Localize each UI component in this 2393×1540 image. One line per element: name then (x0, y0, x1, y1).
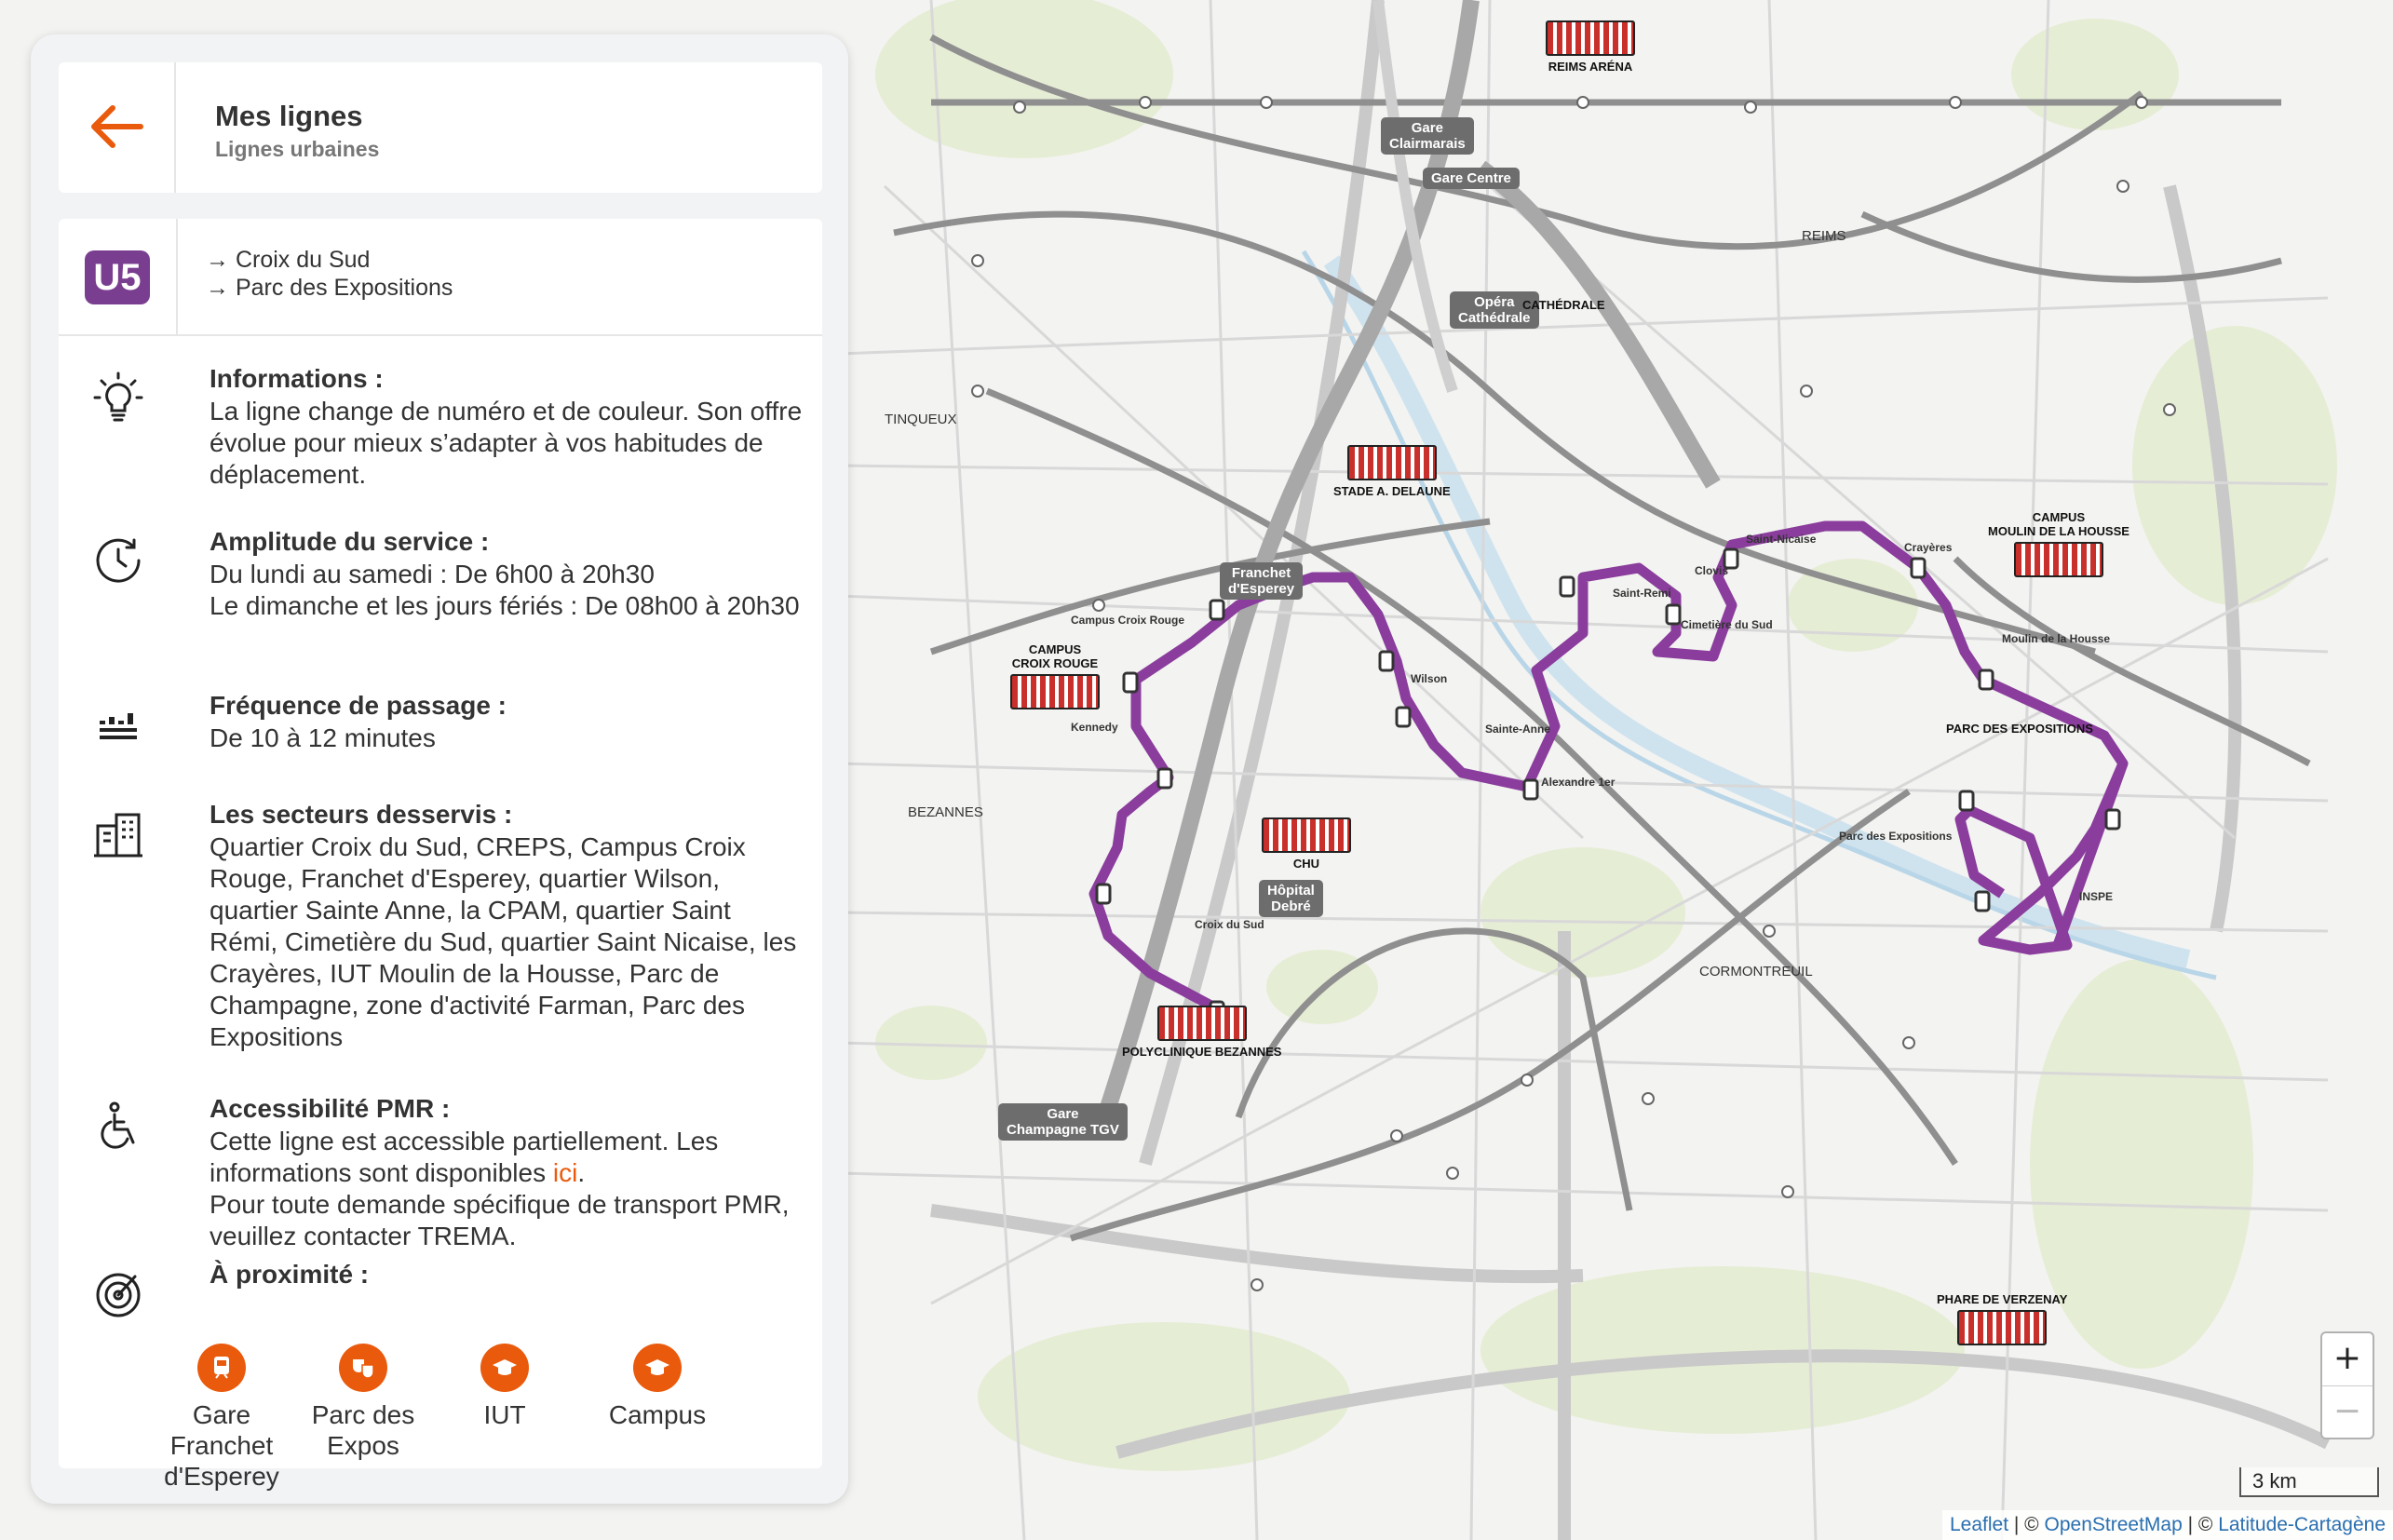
section-heading: À proximité : (210, 1260, 370, 1289)
section-text: Cette ligne est accessible partiellement… (210, 1127, 790, 1250)
leaflet-link[interactable]: Leaflet (1950, 1514, 2008, 1535)
stop-label-8: Cimetière du Sud (1681, 618, 1773, 631)
station-tag-hopital-debre[interactable]: Hôpital Debré (1259, 880, 1323, 917)
nearby-label: Gare Franchet d'Esperey (164, 1400, 279, 1491)
landmark-polyclinique-bezannes[interactable]: POLYCLINIQUE BEZANNES (1122, 1006, 1281, 1059)
pmr-info-link[interactable]: ici (553, 1158, 577, 1187)
page-title: Mes lignes (215, 100, 363, 132)
zoom-out-button[interactable]: − (2322, 1385, 2373, 1438)
landmark-reims-arena[interactable]: REIMS ARÉNA (1546, 20, 1635, 74)
stop-label-12: Moulin de la Housse (2002, 632, 2110, 645)
district-tinqueux: TINQUEUX (885, 412, 957, 427)
frequency-icon (100, 713, 137, 739)
section-heading: Accessibilité PMR : (210, 1094, 451, 1123)
zoom-control: + − (2320, 1331, 2374, 1439)
stop-label-13: Parc des Expositions (1839, 830, 1953, 843)
stop-label-14: INSPE (2079, 890, 2113, 903)
section-heading: Les secteurs desservis : (210, 800, 513, 829)
map-attribution: Leaflet | © OpenStreetMap | © Latitude-C… (1942, 1510, 2393, 1540)
landmark-parc-des-expositions[interactable]: PARC DES EXPOSITIONS (1946, 722, 2093, 736)
landmark-campus-moulin-housse[interactable]: CAMPUS MOULIN DE LA HOUSSE (1988, 510, 2129, 581)
district-cormontreuil: CORMONTREUIL (1699, 964, 1813, 979)
section-heading: Amplitude du service : (210, 527, 490, 556)
landmark-phare-verzenay[interactable]: PHARE DE VERZENAY (1937, 1292, 2067, 1349)
graduation-cap-icon (645, 1359, 669, 1375)
line-badge: U5 (85, 250, 150, 304)
latitude-cartagene-link[interactable]: Latitude-Cartagène (2218, 1514, 2386, 1535)
stop-label-1: Kennedy (1071, 721, 1118, 734)
landmark-illustration (1957, 1310, 2048, 1345)
radar-icon (96, 1273, 141, 1317)
nearby-label: Campus (608, 1400, 707, 1429)
train-icon (214, 1357, 229, 1379)
nearby-item-parc-expos[interactable]: Parc des Expos (293, 1344, 433, 1461)
landmark-illustration (1546, 20, 1635, 56)
destination-2: → Parc des Expositions (206, 275, 453, 301)
district-reims: REIMS (1802, 228, 1846, 244)
station-tag-franchet-esperey[interactable]: Franchet d'Esperey (1220, 562, 1304, 600)
line-info-card: U5 → Croix du Sud → Parc des Expositions… (59, 219, 822, 1491)
nearby-item-iut[interactable]: IUT (435, 1344, 575, 1430)
stop-label-9: Clovis (1695, 564, 1728, 577)
landmark-illustration (1262, 817, 1351, 853)
arrow-left-icon (91, 105, 143, 148)
nearby-item-gare[interactable]: Gare Franchet d'Esperey (152, 1344, 291, 1492)
stop-label-5: Sainte-Anne (1485, 723, 1550, 736)
lightbulb-icon (93, 371, 143, 422)
landmark-chu[interactable]: CHU (1262, 817, 1351, 871)
stop-label-11: Crayères (1904, 541, 1953, 554)
section-text: Du lundi au samedi : De 6h00 à 20h30 Le … (210, 560, 800, 620)
stop-label-7: Saint-Remi (1613, 587, 1671, 600)
stop-label-4: Wilson (1411, 672, 1447, 685)
landmark-illustration (1156, 1006, 1247, 1041)
wheelchair-icon (101, 1101, 135, 1149)
section-heading: Informations : (210, 364, 384, 393)
station-tag-gare-clairmarais[interactable]: Gare Clairmarais (1381, 117, 1474, 155)
nearby-item-campus[interactable]: Campus (588, 1344, 727, 1430)
scale-bar: 3 km (2239, 1467, 2379, 1497)
landmark-cathedrale[interactable]: CATHÉDRALE (1522, 298, 1605, 312)
landmark-stade-delaune[interactable]: STADE A. DELAUNE (1333, 445, 1451, 498)
graduation-cap-icon (493, 1359, 517, 1375)
zoom-in-button[interactable]: + (2322, 1333, 2373, 1385)
divider (176, 219, 178, 336)
section-text: Quartier Croix du Sud, CREPS, Campus Cro… (210, 832, 797, 1051)
back-button[interactable] (59, 62, 176, 193)
destination-1: → Croix du Sud (206, 247, 371, 273)
clock-icon (96, 538, 141, 583)
stop-label-0: Croix du Sud (1195, 918, 1264, 931)
stop-label-2: Campus Croix Rouge (1071, 614, 1184, 627)
line-details-panel: Mes lignes Lignes urbaines U5 → Croix du… (31, 34, 848, 1504)
section-text: De 10 à 12 minutes (210, 723, 436, 752)
osm-link[interactable]: OpenStreetMap (2045, 1514, 2183, 1535)
theater-masks-icon (353, 1359, 374, 1379)
page-subtitle: Lignes urbaines (215, 137, 380, 161)
landmark-illustration (1346, 445, 1437, 480)
section-text: La ligne change de numéro et de couleur.… (210, 397, 803, 489)
landmark-campus-croix-rouge[interactable]: CAMPUS CROIX ROUGE (1010, 642, 1100, 713)
stop-label-10: Saint-Nicaise (1746, 533, 1817, 546)
line-summary: U5 → Croix du Sud → Parc des Expositions (59, 219, 822, 336)
station-tag-gare-centre[interactable]: Gare Centre (1423, 168, 1520, 189)
buildings-icon (94, 813, 142, 858)
district-bezannes: BEZANNES (908, 804, 983, 820)
landmark-illustration (2013, 542, 2103, 577)
nearby-label: Parc des Expos (311, 1400, 415, 1460)
landmark-illustration (1010, 674, 1100, 709)
stop-label-6: Alexandre 1er (1541, 776, 1616, 789)
station-tag-gare-champagne-tgv[interactable]: Gare Champagne TGV (998, 1103, 1128, 1141)
panel-header: Mes lignes Lignes urbaines (59, 62, 822, 193)
nearby-label: IUT (483, 1400, 526, 1429)
section-heading: Fréquence de passage : (210, 691, 507, 720)
